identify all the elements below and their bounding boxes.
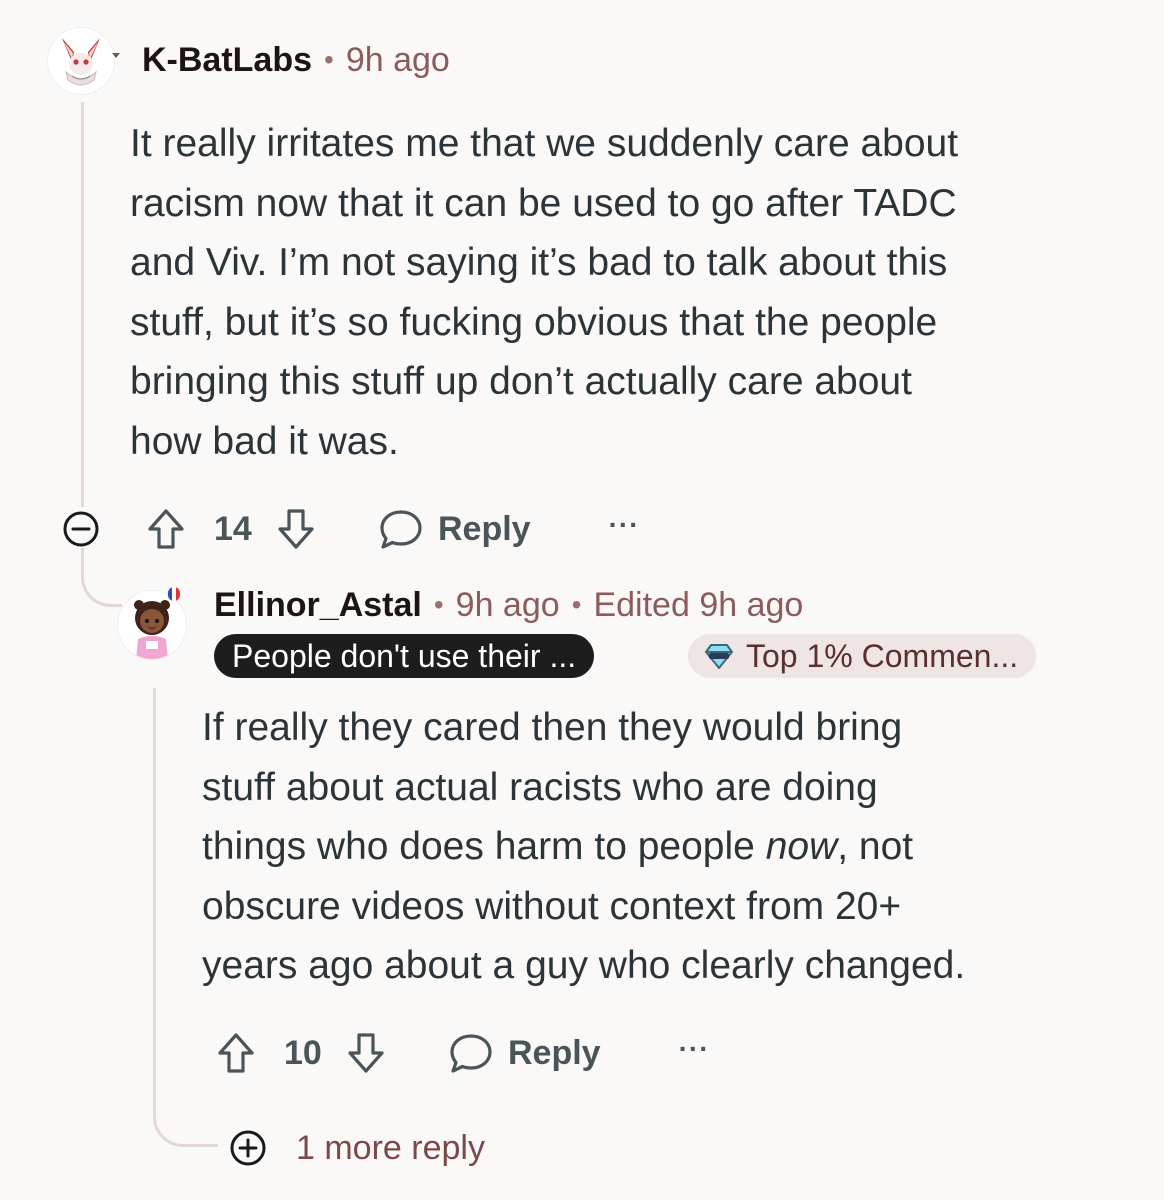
timestamp[interactable]: 9h ago xyxy=(346,41,450,80)
reply-body-text: things who does harm to people xyxy=(202,825,766,868)
reply-body-line: If really they cared then they would bri… xyxy=(202,706,903,749)
reply-body-line: things who does harm to people now, not xyxy=(202,817,1142,877)
separator-dot: • xyxy=(571,589,582,620)
downvote-button[interactable] xyxy=(344,1029,388,1077)
more-replies-button[interactable]: 1 more reply xyxy=(228,1126,485,1170)
upvote-arrow-icon xyxy=(148,509,184,549)
downvote-button[interactable] xyxy=(274,505,318,553)
achievement-badge[interactable]: Top 1% Commen... xyxy=(688,634,1037,678)
downvote-arrow-icon xyxy=(278,509,314,549)
emphasis-text: now xyxy=(765,825,838,868)
upvote-button[interactable] xyxy=(214,1029,258,1077)
reply-bubble-icon xyxy=(450,1034,492,1073)
badge-gem-icon xyxy=(705,644,733,669)
comment-thread: K-BatLabs • 9h ago It really irritates m… xyxy=(0,0,1164,1200)
badge-label: Top 1% Commen... xyxy=(746,637,1019,674)
girl-avatar-icon xyxy=(118,591,186,659)
comment-body-line: It really irritates me that we suddenly … xyxy=(130,122,959,165)
collapse-button[interactable] xyxy=(62,510,100,548)
reply-label: Reply xyxy=(438,509,531,548)
comment-body-line: and Viv. I’m not saying it’s bad to talk… xyxy=(130,241,948,284)
more-options-button[interactable]: ··· xyxy=(609,509,640,541)
reply-body-line: years ago about a guy who clearly change… xyxy=(202,944,966,987)
user-flair: People don't use their ... xyxy=(214,634,595,678)
vote-count: 14 xyxy=(214,509,252,548)
separator-dot: • xyxy=(324,44,334,75)
separator-dot: • xyxy=(433,589,444,620)
username[interactable]: Ellinor_Astal xyxy=(214,586,422,625)
thread-line-reply[interactable] xyxy=(153,688,156,1108)
timestamp[interactable]: 9h ago xyxy=(456,586,560,625)
plus-circle-icon xyxy=(230,1130,266,1166)
reply-bubble-icon xyxy=(380,510,422,549)
upvote-button[interactable] xyxy=(144,505,188,553)
reply-body-line: obscure videos without context from 20+ xyxy=(202,884,902,928)
reply-actions: 10 Reply ··· xyxy=(214,1029,710,1077)
france-flag-icon xyxy=(168,587,180,601)
thread-line-main[interactable] xyxy=(81,102,84,507)
thread-line-more-curve[interactable] xyxy=(153,1100,218,1147)
vote-count: 10 xyxy=(284,1033,322,1072)
avatar-dropdown-icon[interactable] xyxy=(112,53,120,58)
reply-body: If really they cared then they would bri… xyxy=(202,698,1142,996)
more-options-button[interactable]: ··· xyxy=(679,1033,710,1065)
reply-button[interactable]: Reply xyxy=(448,1029,601,1077)
comment-body-line: stuff, but it’s so fucking obvious that … xyxy=(130,300,938,344)
reply-button[interactable]: Reply xyxy=(378,505,531,553)
more-replies-label: 1 more reply xyxy=(296,1128,485,1167)
comment-meta: K-BatLabs • 9h ago xyxy=(142,40,450,80)
reply-body-line: stuff about actual racists who are doing xyxy=(202,765,878,809)
reply-body-text: , not xyxy=(837,825,914,868)
downvote-arrow-icon xyxy=(348,1033,384,1073)
username[interactable]: K-BatLabs xyxy=(142,41,312,80)
comment-body: It really irritates me that we suddenly … xyxy=(130,114,1140,471)
minus-circle-icon xyxy=(63,511,99,547)
comment-actions: 14 Reply ··· xyxy=(144,505,640,553)
edited-label: Edited 9h ago xyxy=(593,585,804,624)
thread-line-branch-curve[interactable] xyxy=(81,560,122,607)
bat-avatar-icon xyxy=(48,28,114,94)
comment-body-line: how bad it was. xyxy=(130,419,399,463)
avatar[interactable] xyxy=(118,591,186,659)
avatar[interactable] xyxy=(48,28,114,94)
reply-meta: Ellinor_Astal • 9h ago • Edited 9h ago xyxy=(214,585,803,625)
upvote-arrow-icon xyxy=(218,1033,254,1073)
reply-label: Reply xyxy=(508,1033,601,1072)
comment-body-line: racism now that it can be used to go aft… xyxy=(130,181,957,225)
comment-body-line: bringing this stuff up don’t actually ca… xyxy=(130,360,912,403)
